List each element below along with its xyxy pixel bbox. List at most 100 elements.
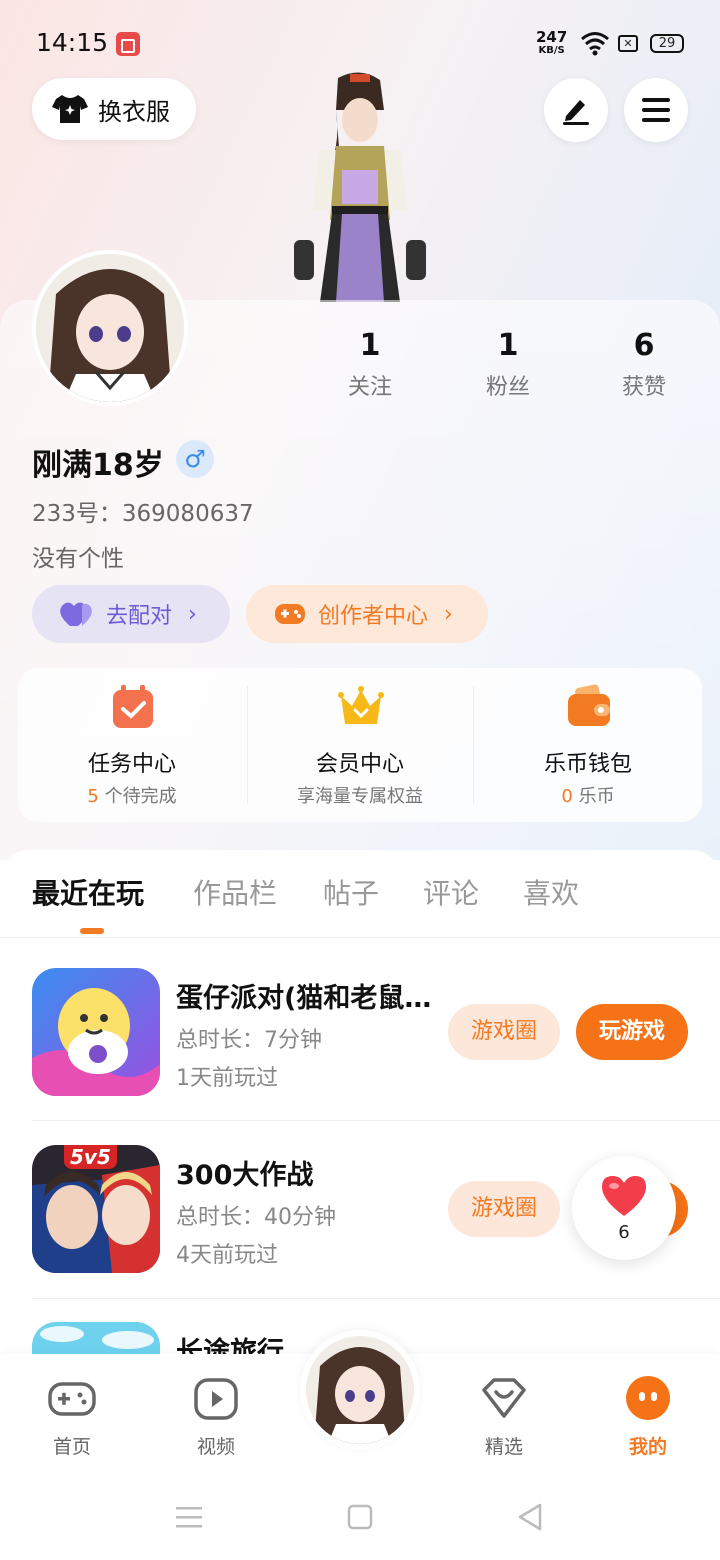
stat-following-label: 关注 — [347, 375, 392, 400]
back-triangle-icon[interactable] — [516, 1502, 544, 1532]
sky-scene-icon — [32, 1322, 160, 1354]
nav-featured[interactable]: 精选 — [454, 1372, 554, 1459]
stat-followers-value: 1 — [497, 328, 519, 363]
tab-recently-played[interactable]: 最近在玩 — [32, 872, 144, 912]
game-icon-eggy-party[interactable] — [32, 968, 160, 1096]
pair-button[interactable]: 去配对 › — [32, 585, 230, 643]
pencil-icon — [563, 100, 589, 125]
change-outfit-label: 换衣服 — [98, 97, 170, 126]
tab-posts[interactable]: 帖子 — [323, 872, 379, 912]
stat-followers-label: 粉丝 — [485, 375, 530, 400]
divider — [32, 1298, 720, 1299]
tab-comments[interactable]: 评论 — [423, 872, 479, 912]
floating-like-button[interactable]: 6 — [572, 1156, 676, 1260]
network-speed-unit: KB/S — [538, 45, 565, 56]
sim-icon: ✕ — [618, 35, 638, 52]
game-circle-button[interactable]: 游戏圈 — [448, 1004, 560, 1060]
wifi-icon — [581, 32, 609, 56]
nav-video[interactable]: 视频 — [166, 1372, 266, 1459]
tab-likes[interactable]: 喜欢 — [523, 872, 579, 912]
feature-cards: 任务中心 5 个待完成 会员中心 享海量专属权益 乐币钱包 0 乐币 — [18, 668, 702, 822]
content-tabs: 最近在玩 作品栏 帖子 评论 喜欢 — [0, 850, 720, 938]
nav-home-label: 首页 — [52, 1436, 91, 1458]
game-list-item[interactable]: 蛋仔派对(猫和老鼠联动) 总时长：7分钟 1天前玩过 游戏圈 玩游戏 — [0, 968, 720, 1144]
coin-wallet-card[interactable]: 乐币钱包 0 乐币 — [474, 668, 702, 822]
game-icon-long-journey[interactable] — [32, 1322, 160, 1354]
game-icon-300-battle[interactable]: 5v5 — [32, 1145, 160, 1273]
task-center-sub-text: 个待完成 — [98, 786, 177, 807]
task-center-sub: 5 个待完成 — [18, 782, 246, 808]
play-game-button[interactable]: 玩游戏 — [576, 1004, 688, 1060]
nav-me[interactable]: 我的 — [598, 1372, 698, 1459]
coin-balance: 0 — [561, 786, 573, 807]
vip-center-sub: 享海量专属权益 — [297, 786, 423, 807]
heart-pair-icon — [60, 602, 92, 626]
game-circle-button[interactable]: 游戏圈 — [448, 1181, 560, 1237]
tshirt-icon — [52, 95, 88, 123]
pair-label: 去配对 — [106, 604, 173, 629]
nav-video-label: 视频 — [196, 1436, 235, 1458]
video-play-icon — [194, 1378, 238, 1420]
home-square-icon[interactable] — [347, 1504, 373, 1530]
change-outfit-button[interactable]: 换衣服 — [32, 78, 196, 140]
game-last-played: 4天前玩过 — [176, 1243, 278, 1268]
nav-center-avatar[interactable] — [300, 1330, 420, 1450]
nav-featured-label: 精选 — [484, 1436, 523, 1458]
wallet-icon — [568, 684, 610, 726]
edit-profile-button[interactable] — [544, 78, 608, 142]
character-avatar-figure[interactable] — [280, 70, 440, 302]
game-name: 蛋仔派对(猫和老鼠联动) — [176, 983, 438, 1014]
user-id: 233号：369080637 — [32, 501, 254, 527]
nav-me-label: 我的 — [628, 1436, 667, 1458]
username: 刚满18岁 — [32, 448, 164, 483]
coin-wallet-sub: 0 乐币 — [474, 782, 702, 808]
task-count: 5 — [87, 786, 99, 807]
creator-center-label: 创作者中心 — [318, 604, 429, 629]
nav-home[interactable]: 首页 — [22, 1372, 122, 1459]
game-last-played: 1天前玩过 — [176, 1066, 278, 1091]
user-avatar[interactable] — [32, 250, 188, 406]
active-tab-indicator — [80, 928, 104, 934]
heart-diamond-icon — [482, 1378, 526, 1418]
eggy-character-icon — [32, 968, 160, 1096]
battery-level: 29 — [650, 34, 684, 53]
user-bio: 没有个性 — [32, 546, 124, 572]
stat-likes-label: 获赞 — [621, 375, 666, 400]
center-avatar-image — [306, 1336, 414, 1444]
task-center-title: 任务中心 — [87, 752, 176, 777]
heart-icon — [602, 1176, 646, 1216]
recent-apps-icon[interactable] — [174, 1504, 204, 1530]
divider — [32, 1120, 720, 1121]
like-count: 6 — [618, 1222, 630, 1243]
avatar-portrait-icon — [36, 254, 184, 402]
tab-works[interactable]: 作品栏 — [193, 872, 277, 912]
game-duration: 总时长：7分钟 — [176, 1028, 322, 1053]
menu-button[interactable] — [624, 78, 688, 142]
game-duration: 总时长：40分钟 — [176, 1205, 336, 1230]
stat-followers[interactable]: 1 粉丝 — [458, 328, 558, 401]
status-time: 14:15 — [36, 28, 109, 57]
smiley-face-icon — [626, 1376, 670, 1420]
avatar-portrait-icon — [306, 1336, 414, 1444]
stat-likes[interactable]: 6 获赞 — [594, 328, 694, 401]
screen-record-icon — [116, 32, 140, 56]
coin-wallet-sub-text: 乐币 — [572, 786, 615, 807]
stat-likes-value: 6 — [633, 328, 655, 363]
vip-center-card[interactable]: 会员中心 享海量专属权益 — [246, 668, 474, 822]
gamepad-icon — [48, 1382, 96, 1416]
profile-stats: 1 关注 1 粉丝 6 获赞 — [300, 328, 720, 408]
task-center-card[interactable]: 任务中心 5 个待完成 — [18, 668, 246, 822]
creator-center-button[interactable]: 创作者中心 › — [246, 585, 488, 643]
stat-following[interactable]: 1 关注 — [320, 328, 420, 401]
menu-icon — [642, 98, 670, 122]
game-name: 300大作战 — [176, 1160, 314, 1191]
system-navigation-bar — [0, 1470, 720, 1560]
chevron-right-icon: › — [444, 601, 453, 627]
coin-wallet-title: 乐币钱包 — [543, 752, 632, 777]
chevron-right-icon: › — [188, 601, 197, 627]
network-speed: 247 KB/S — [536, 30, 567, 58]
game-badge-5v5: 5v5 — [64, 1145, 117, 1169]
crown-icon — [338, 686, 384, 724]
vip-center-title: 会员中心 — [315, 752, 404, 777]
calendar-check-icon — [113, 685, 153, 728]
